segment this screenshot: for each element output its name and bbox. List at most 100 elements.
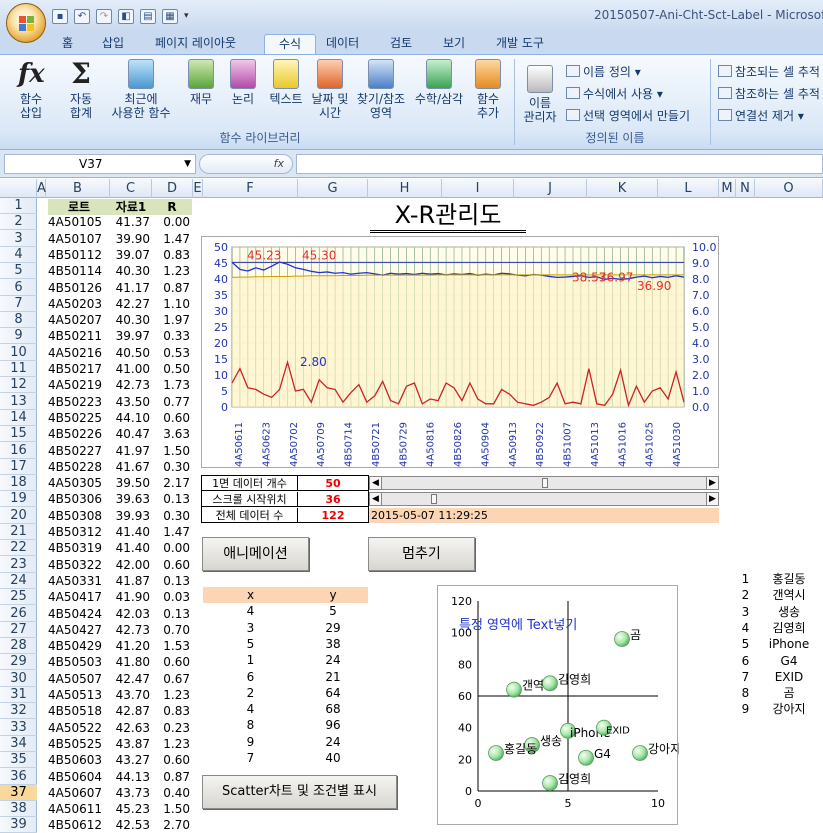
row-header-4[interactable]: 4 bbox=[0, 247, 37, 263]
row-header-17[interactable]: 17 bbox=[0, 459, 37, 475]
scroll-left-arrow-icon[interactable]: ◀ bbox=[370, 477, 382, 489]
tab-view[interactable]: 보기 bbox=[437, 34, 471, 54]
row-header-12[interactable]: 12 bbox=[0, 377, 37, 394]
row-header-19[interactable]: 19 bbox=[0, 491, 37, 508]
row-header-35[interactable]: 35 bbox=[0, 752, 37, 769]
remove-arrows-button[interactable]: 연결선 제거 ▾ bbox=[718, 107, 804, 124]
column-header-A[interactable]: A bbox=[37, 179, 46, 198]
logical-button[interactable]: 논리 bbox=[226, 59, 260, 106]
define-name-button[interactable]: 이름 정의 ▾ bbox=[566, 63, 641, 80]
tab-developer[interactable]: 개발 도구 bbox=[490, 34, 550, 54]
row-header-22[interactable]: 22 bbox=[0, 540, 37, 557]
trace-dependents-button[interactable]: 참조하는 셀 추적 bbox=[718, 85, 820, 102]
column-header-I[interactable]: I bbox=[442, 179, 514, 198]
use-in-formula-button[interactable]: 수식에서 사용 ▾ bbox=[566, 85, 663, 102]
tab-review[interactable]: 검토 bbox=[384, 34, 418, 54]
save-icon[interactable]: ▪ bbox=[52, 8, 68, 24]
column-header-J[interactable]: J bbox=[514, 179, 587, 198]
row-header-13[interactable]: 13 bbox=[0, 394, 37, 410]
column-header-K[interactable]: K bbox=[587, 179, 658, 198]
name-manager-button[interactable]: 이름 관리자 bbox=[518, 65, 562, 124]
stop-button[interactable]: 멈추기 bbox=[368, 537, 475, 571]
row-header-9[interactable]: 9 bbox=[0, 328, 37, 345]
datetime-button[interactable]: 날짜 및 시간 bbox=[306, 59, 354, 120]
autosum-button[interactable]: Σ 자동 합계 bbox=[58, 59, 104, 121]
row-header-6[interactable]: 6 bbox=[0, 280, 37, 296]
print-icon[interactable]: ▤ bbox=[140, 8, 156, 24]
create-from-selection-button[interactable]: 선택 영역에서 만들기 bbox=[566, 107, 690, 124]
select-all-corner[interactable] bbox=[0, 179, 37, 198]
row-header-32[interactable]: 32 bbox=[0, 703, 37, 720]
column-header-E[interactable]: E bbox=[193, 179, 203, 198]
math-button[interactable]: 수학/삼각 bbox=[410, 59, 468, 106]
scroll-right-arrow-icon[interactable]: ▶ bbox=[706, 493, 718, 505]
text-button[interactable]: 텍스트 bbox=[266, 59, 306, 106]
row-header-21[interactable]: 21 bbox=[0, 524, 37, 540]
column-header-D[interactable]: D bbox=[152, 179, 193, 198]
column-header-H[interactable]: H bbox=[368, 179, 442, 198]
office-button[interactable] bbox=[6, 3, 46, 43]
form-icon[interactable]: ▦ bbox=[162, 8, 178, 24]
start-position-scrollbar[interactable]: ◀ ▶ bbox=[369, 492, 719, 506]
row-header-7[interactable]: 7 bbox=[0, 296, 37, 312]
row-header-30[interactable]: 30 bbox=[0, 671, 37, 687]
row-header-18[interactable]: 18 bbox=[0, 475, 37, 492]
row-header-25[interactable]: 25 bbox=[0, 589, 37, 606]
row-header-33[interactable]: 33 bbox=[0, 720, 37, 736]
row-header-31[interactable]: 31 bbox=[0, 687, 37, 703]
xr-line-chart[interactable]: 50 45 40 35 30 25 20 15 10 5 0 10.0 9.0 8.0 7.0 6.0 5.0 4… bbox=[201, 236, 719, 468]
row-header-26[interactable]: 26 bbox=[0, 606, 37, 622]
insert-function-fx-button[interactable]: fx bbox=[199, 154, 293, 174]
animation-button[interactable]: 애니메이션 bbox=[202, 537, 309, 571]
row-header-3[interactable]: 3 bbox=[0, 231, 37, 247]
redo-icon[interactable]: ↷ bbox=[96, 8, 112, 24]
tab-insert[interactable]: 삽입 bbox=[96, 34, 130, 54]
scatter-button[interactable]: Scatter차트 및 조건별 표시 bbox=[202, 775, 397, 809]
row-header-37[interactable]: 37 bbox=[0, 784, 37, 801]
more-functions-button[interactable]: 함수 추가 bbox=[470, 59, 506, 120]
name-box[interactable]: V37 ▼ bbox=[4, 154, 196, 174]
scroll-right-arrow-icon[interactable]: ▶ bbox=[706, 477, 718, 489]
row-header-2[interactable]: 2 bbox=[0, 214, 37, 231]
tab-data[interactable]: 데이터 bbox=[320, 34, 365, 54]
trace-precedents-button[interactable]: 참조되는 셀 추적 bbox=[718, 63, 820, 80]
lookup-button[interactable]: 찾기/참조 영역 bbox=[354, 59, 408, 120]
row-header-8[interactable]: 8 bbox=[0, 312, 37, 329]
tab-home[interactable]: 홈 bbox=[56, 34, 79, 54]
qat-customize-icon[interactable]: ▾ bbox=[184, 11, 189, 21]
scroll-left-arrow-icon[interactable]: ◀ bbox=[370, 493, 382, 505]
row-header-23[interactable]: 23 bbox=[0, 557, 37, 573]
column-header-C[interactable]: C bbox=[110, 179, 152, 198]
column-header-G[interactable]: G bbox=[298, 179, 368, 198]
row-header-5[interactable]: 5 bbox=[0, 263, 37, 280]
row-header-15[interactable]: 15 bbox=[0, 426, 37, 443]
column-header-O[interactable]: O bbox=[755, 179, 823, 198]
tab-page-layout[interactable]: 페이지 레이아웃 bbox=[149, 34, 242, 54]
row-header-38[interactable]: 38 bbox=[0, 801, 37, 818]
row-header-29[interactable]: 29 bbox=[0, 654, 37, 671]
row-header-28[interactable]: 28 bbox=[0, 638, 37, 655]
column-header-N[interactable]: N bbox=[736, 179, 755, 198]
chevron-down-icon[interactable]: ▼ bbox=[184, 155, 191, 173]
row-header-16[interactable]: 16 bbox=[0, 443, 37, 459]
print-preview-icon[interactable]: ◧ bbox=[118, 8, 134, 24]
financial-button[interactable]: 재무 bbox=[184, 59, 218, 106]
formula-input[interactable] bbox=[296, 154, 823, 174]
page-size-scrollbar[interactable]: ◀ ▶ bbox=[369, 476, 719, 490]
row-header-14[interactable]: 14 bbox=[0, 410, 37, 426]
row-header-11[interactable]: 11 bbox=[0, 361, 37, 377]
insert-function-button[interactable]: fx 함수 삽입 bbox=[8, 59, 54, 120]
column-header-M[interactable]: M bbox=[719, 179, 736, 198]
recent-functions-button[interactable]: 최근에 사용한 함수 bbox=[104, 59, 178, 120]
row-header-1[interactable]: 1 bbox=[0, 198, 37, 214]
scatter-chart[interactable]: 120 100 80 60 40 20 0 0 5 10 특정 영역에 Text넣기 김영희 생송 iPh… bbox=[437, 585, 681, 825]
row-header-24[interactable]: 24 bbox=[0, 573, 37, 589]
tab-formulas[interactable]: 수식 bbox=[264, 34, 316, 54]
row-header-36[interactable]: 36 bbox=[0, 769, 37, 785]
row-header-27[interactable]: 27 bbox=[0, 622, 37, 638]
row-header-39[interactable]: 39 bbox=[0, 817, 37, 833]
scroll-thumb[interactable] bbox=[430, 494, 437, 504]
undo-icon[interactable]: ↶ bbox=[74, 8, 90, 24]
row-header-20[interactable]: 20 bbox=[0, 508, 37, 524]
row-header-34[interactable]: 34 bbox=[0, 736, 37, 752]
